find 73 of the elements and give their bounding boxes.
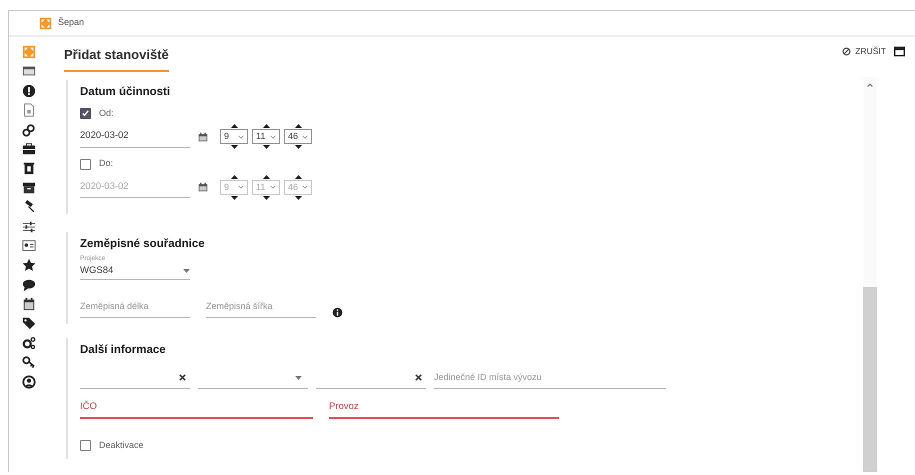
checkbox[interactable] [80,108,91,119]
up-arrow-icon[interactable] [294,174,302,179]
checkbox[interactable] [80,158,91,170]
panel-title: Přidat stanoviště [64,45,169,72]
logo-icon [39,16,52,30]
user-circle-icon[interactable] [22,374,36,389]
chevron-icon [238,134,244,139]
maximize-icon[interactable] [894,46,905,57]
hour-select[interactable]: 9 [220,180,248,195]
second-select[interactable]: 46 [284,180,312,195]
caret-icon [183,269,190,274]
tags-icon[interactable] [22,316,36,330]
section-heading: Další informace [80,342,167,358]
up-arrow-icon[interactable] [230,124,238,128]
second-select[interactable]: 46 [284,129,312,144]
app-title: Šepan [58,16,84,30]
clear-icon[interactable] [415,374,422,381]
down-arrow-icon[interactable] [230,196,238,200]
caret-icon [295,376,302,380]
down-arrow-icon[interactable] [262,145,270,150]
calendar-icon[interactable] [22,297,36,312]
up-arrow-icon[interactable] [230,174,238,179]
archive-icon[interactable] [22,180,36,195]
section-heading: Zeměpisné souřadnice [80,236,206,252]
longitude-field[interactable]: Zeměpisná délka [80,296,190,318]
checkbox-label: Deaktivace [99,439,144,452]
cogs-icon[interactable] [22,336,36,350]
chevron-icon [302,134,308,139]
gavel-icon[interactable] [22,200,36,214]
minute-select[interactable]: 11 [252,129,280,144]
key-icon[interactable] [22,355,36,370]
window-icon[interactable] [22,64,36,78]
section-heading: Datum účinnosti [80,84,172,100]
trash-icon[interactable] [22,161,36,176]
down-arrow-icon[interactable] [230,145,238,150]
chevron-icon [238,185,244,190]
projection-select[interactable]: WGS84 [80,264,190,280]
date-field[interactable]: 2020-03-02 [80,176,190,198]
exclamation-circle-icon[interactable] [22,84,36,98]
checkbox-label: Do: [99,157,114,170]
down-arrow-icon[interactable] [294,145,302,150]
text-field[interactable]: Jedinečné ID místa vývozu [434,367,666,389]
cancel-button[interactable]: ZRUŠIT [842,45,886,58]
minute-select[interactable]: 11 [252,180,280,195]
id-card-icon[interactable] [22,238,36,253]
sliders-icon[interactable] [22,220,36,234]
cancel-icon [842,46,852,56]
chevron-icon [270,134,276,139]
scroll-up-icon[interactable] [866,81,874,89]
checkbox[interactable] [80,440,91,452]
up-arrow-icon[interactable] [262,124,270,128]
chevron-icon [270,185,276,190]
briefcase-icon[interactable] [22,142,36,156]
scrollbar-thumb[interactable] [863,287,877,472]
speech-bubble-icon[interactable] [22,278,36,292]
down-arrow-icon[interactable] [262,196,270,200]
star-icon[interactable] [22,258,36,272]
calendar-icon[interactable] [198,132,208,142]
down-arrow-icon[interactable] [294,196,302,200]
info-icon [332,306,343,318]
checkbox-label: Od: [99,106,114,120]
document-icon[interactable] [22,103,36,118]
up-arrow-icon[interactable] [294,124,302,128]
chevron-icon [302,185,308,190]
ico-field[interactable]: IČO [80,397,313,419]
up-arrow-icon[interactable] [262,174,270,179]
calendar-icon[interactable] [198,182,208,192]
hour-select[interactable]: 9 [220,129,248,144]
latitude-field[interactable]: Zeměpisná šířka [206,296,316,318]
clear-icon[interactable] [179,374,186,381]
date-field[interactable]: 2020-03-02 [80,126,190,148]
provoz-field[interactable]: Provoz [329,397,559,419]
links-icon[interactable] [22,122,36,137]
